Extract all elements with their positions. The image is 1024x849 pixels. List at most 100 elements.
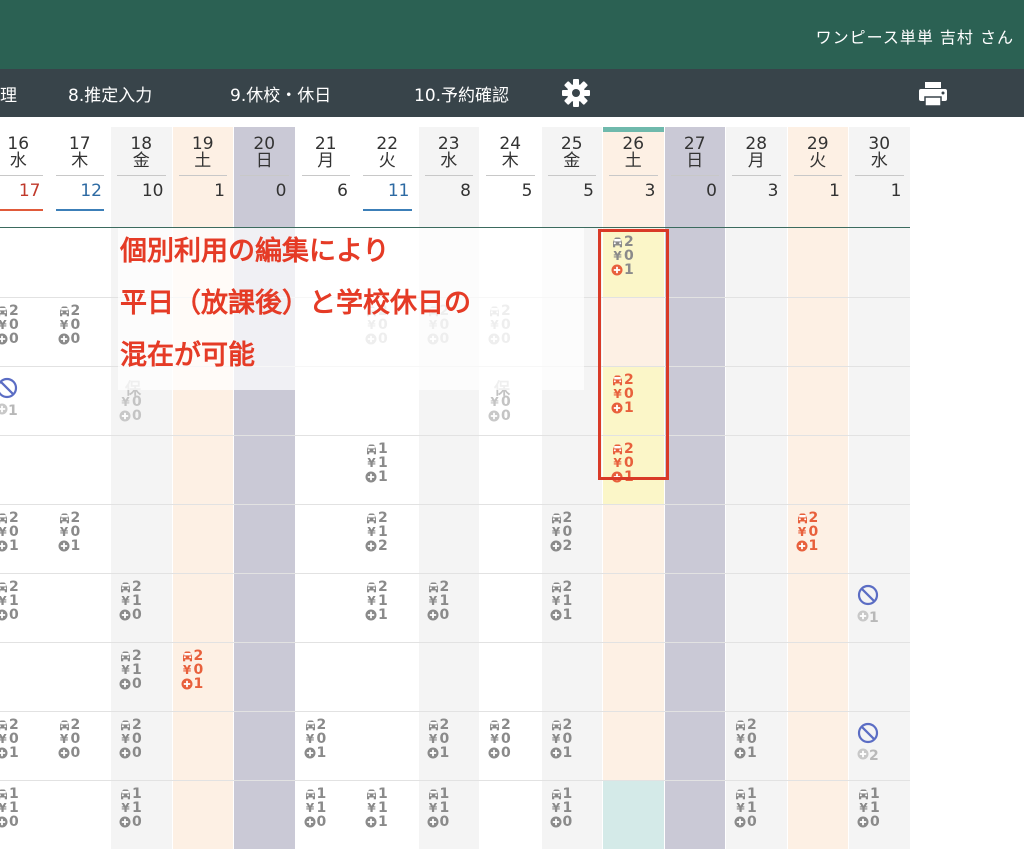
car-icon — [119, 719, 132, 731]
day-header[interactable]: 20 日 0 — [234, 127, 295, 225]
day-header[interactable]: 17 木 12 — [50, 127, 111, 225]
gear-icon[interactable] — [560, 78, 592, 108]
addition-count: 0 — [9, 814, 19, 830]
usage-entry: 1 ¥1 1 — [365, 442, 388, 484]
schedule-cell[interactable]: 1 ¥1 0 — [111, 781, 172, 849]
fee-count: 0 — [562, 524, 573, 540]
schedule-cell[interactable]: 1 — [849, 574, 910, 642]
addition-count: 0 — [70, 745, 81, 761]
fee-count: 0 — [316, 731, 327, 747]
yen-icon: ¥ — [121, 395, 130, 409]
absence-count: 2 — [857, 748, 879, 764]
day-header[interactable]: 22 火 11 — [357, 127, 418, 225]
day-header[interactable]: 19 土 1 — [173, 127, 234, 225]
schedule-cell[interactable]: 2 ¥0 1 — [0, 505, 49, 573]
schedule-cell[interactable]: 2 ¥0 1 — [173, 643, 234, 711]
car-icon — [734, 788, 747, 800]
nav-item-estimate[interactable]: 8.推定入力 — [68, 81, 152, 106]
schedule-cell[interactable]: 1 ¥1 0 — [849, 781, 910, 849]
schedule-cell[interactable]: 1 ¥1 0 — [0, 781, 49, 849]
header-divider — [547, 175, 596, 176]
plus-circle-icon — [734, 816, 747, 828]
schedule-cell[interactable]: 2 ¥0 1 — [542, 712, 603, 780]
yen-icon: ¥ — [551, 732, 561, 746]
day-header[interactable]: 30 水 1 — [849, 127, 910, 225]
plus-circle-icon — [550, 816, 563, 828]
day-count: 5 — [583, 181, 594, 201]
fee-count: 1 — [562, 593, 573, 609]
day-header[interactable]: 25 金 5 — [542, 127, 603, 225]
schedule-cell[interactable]: 2 ¥0 1 — [296, 712, 357, 780]
day-header[interactable]: 27 日 0 — [665, 127, 726, 225]
schedule-cell[interactable]: 1 ¥1 0 — [419, 781, 480, 849]
schedule-cell[interactable]: 2 ¥0 1 — [419, 712, 480, 780]
addition-count: 0 — [562, 814, 573, 830]
transport-count: 2 — [9, 303, 19, 319]
schedule-cell[interactable]: 1 ¥1 0 — [542, 781, 603, 849]
car-icon — [119, 788, 132, 800]
addition-count: 0 — [132, 408, 142, 424]
schedule-cell[interactable]: 2 ¥1 2 — [357, 505, 418, 573]
schedule-cell[interactable]: 1 ¥1 0 — [296, 781, 357, 849]
car-icon — [365, 788, 378, 800]
schedule-cell[interactable]: 2 ¥1 1 — [542, 574, 603, 642]
printer-icon[interactable] — [916, 79, 950, 109]
schedule-cell[interactable]: 2 ¥0 1 — [0, 712, 49, 780]
nav-item-partial[interactable]: 理 — [0, 81, 17, 106]
schedule-cell[interactable]: 2 ¥1 0 — [111, 574, 172, 642]
schedule-cell[interactable]: 1 — [0, 367, 49, 435]
schedule-cell[interactable]: 2¥00 — [480, 712, 541, 780]
schedule-cell[interactable]: 1 ¥1 1 — [357, 436, 418, 504]
schedule-cell[interactable]: 2¥00 — [0, 298, 49, 366]
yen-icon: ¥ — [551, 525, 561, 539]
addition-count: 0 — [316, 814, 327, 830]
plus-circle-icon — [119, 816, 132, 828]
day-count: 3 — [644, 181, 656, 201]
day-header[interactable]: 18 金 10 — [111, 127, 172, 225]
addition-count: 0 — [439, 814, 450, 830]
schedule-cell[interactable]: 2¥00 — [111, 712, 172, 780]
nav-item-holiday[interactable]: 9.休校・休日 — [230, 81, 331, 106]
navigation-bar: 理 8.推定入力 9.休校・休日 10.予約確認 — [0, 69, 1024, 117]
yen-icon: ¥ — [0, 318, 7, 332]
transport-count: 2 — [378, 510, 388, 526]
yen-icon: ¥ — [0, 732, 7, 746]
schedule-cell[interactable]: 2¥00 — [50, 298, 111, 366]
weekday-label: 月 — [747, 151, 765, 171]
schedule-cell[interactable]: 2 ¥0 2 — [542, 505, 603, 573]
schedule-cell[interactable]: 1 ¥1 1 — [357, 781, 418, 849]
addition-count: 0 — [9, 331, 19, 347]
schedule-cell[interactable]: 2 ¥0 1 — [50, 505, 111, 573]
schedule-cell[interactable]: 2 ¥0 1 — [788, 505, 849, 573]
car-icon — [304, 788, 317, 800]
yen-icon: ¥ — [59, 318, 69, 332]
day-header[interactable]: 26 土 3 — [603, 127, 664, 225]
schedule-cell[interactable]: 2¥00 — [50, 712, 111, 780]
day-header[interactable]: 28 月 3 — [726, 127, 787, 225]
schedule-cell[interactable]: 1 ¥1 0 — [726, 781, 787, 849]
usage-entry: 2 ¥0 1 — [796, 511, 818, 553]
day-header[interactable]: 29 火 1 — [788, 127, 849, 225]
day-header[interactable]: 24 木 5 — [480, 127, 541, 225]
fee-count: 1 — [747, 800, 757, 816]
transport-count: 2 — [70, 717, 81, 733]
schedule-cell[interactable]: 2 — [849, 712, 910, 780]
schedule-cell[interactable]: 2 ¥1 0 — [111, 643, 172, 711]
plus-circle-icon — [365, 816, 378, 828]
schedule-cell[interactable]: 2 ¥0 1 — [726, 712, 787, 780]
callout-annotation: 個別利用の編集により 平日（放課後）と学校休日の 混在が可能 — [120, 226, 471, 382]
addition-count: 0 — [870, 814, 880, 830]
day-header[interactable]: 21 月 6 — [296, 127, 357, 225]
day-count: 10 — [141, 181, 164, 201]
day-header[interactable]: 16 水 17 — [0, 127, 49, 225]
nav-item-reservation[interactable]: 10.予約確認 — [414, 81, 509, 106]
schedule-cell[interactable]: 2 ¥1 1 — [357, 574, 418, 642]
callout-line-2: 平日（放課後）と学校休日の — [120, 288, 471, 319]
schedule-cell[interactable] — [603, 781, 664, 849]
count-underline — [0, 209, 43, 211]
fee-count: 1 — [378, 524, 388, 540]
schedule-cell[interactable]: 2 ¥1 0 — [0, 574, 49, 642]
day-header[interactable]: 23 水 8 — [419, 127, 480, 225]
schedule-cell[interactable]: 2 ¥1 0 — [419, 574, 480, 642]
fee-count: 1 — [439, 593, 450, 609]
